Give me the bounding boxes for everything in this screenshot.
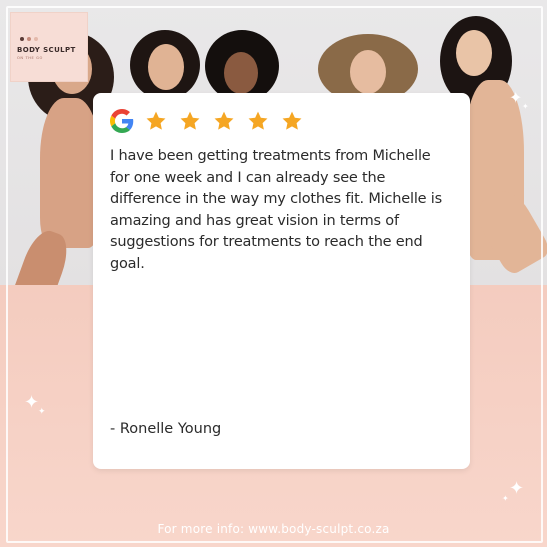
logo-dot <box>27 37 31 41</box>
sparkle-icon: ✦ <box>502 494 509 503</box>
logo-dot <box>34 37 38 41</box>
sparkle-icon: ✦ <box>509 478 525 499</box>
brand-tagline: ON THE GO <box>17 56 43 60</box>
model-face <box>148 44 184 90</box>
model-face <box>456 30 492 76</box>
star-rating <box>145 110 315 132</box>
sparkle-icon: ✦ <box>24 392 40 413</box>
model-face <box>350 50 386 94</box>
footer-info: For more info: www.body-sculpt.co.za <box>157 522 390 536</box>
star-icon <box>180 111 200 130</box>
brand-name: BODY SCULPT <box>17 46 76 54</box>
model-face <box>224 52 258 94</box>
brand-logo: BODY SCULPT ON THE GO <box>10 12 88 82</box>
review-author: - Ronelle Young <box>110 421 222 437</box>
logo-dots <box>20 37 38 41</box>
star-icon <box>282 111 302 130</box>
logo-dot <box>20 37 24 41</box>
model-body <box>40 98 100 248</box>
rating-row <box>110 109 315 133</box>
star-icon <box>248 111 268 130</box>
sparkle-icon: ✦ <box>509 88 523 107</box>
sparkle-icon: ✦ <box>522 102 529 111</box>
review-card: I have been getting treatments from Mich… <box>93 93 470 469</box>
review-text: I have been getting treatments from Mich… <box>110 148 442 272</box>
google-icon <box>110 109 134 133</box>
star-icon <box>214 111 234 130</box>
star-icon <box>146 111 166 130</box>
sparkle-icon: ✦ <box>38 407 46 417</box>
